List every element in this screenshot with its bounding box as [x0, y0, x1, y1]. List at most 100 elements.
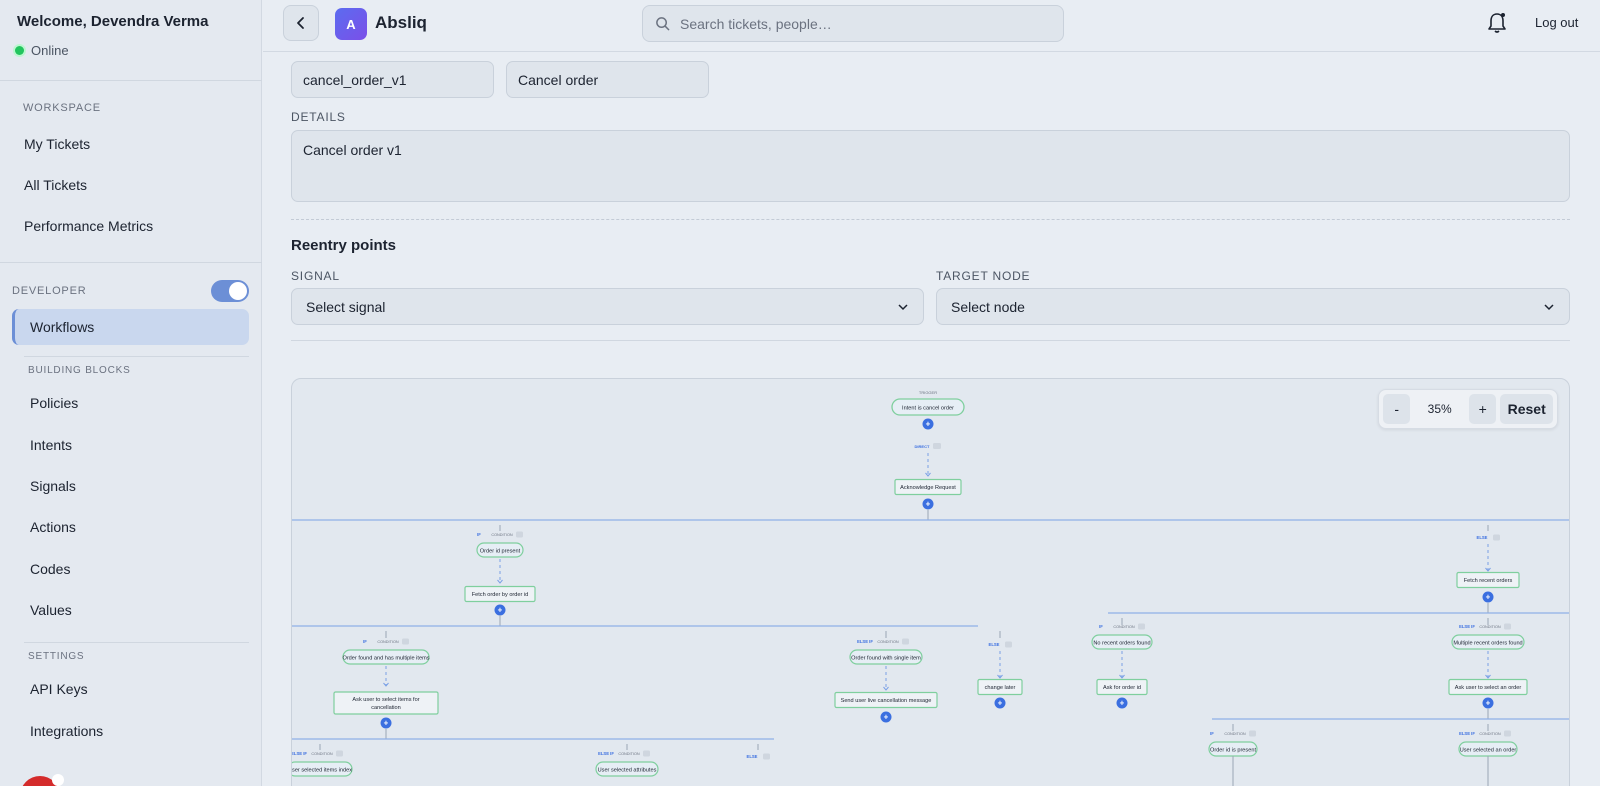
workflow-name-field[interactable]: Cancel order	[506, 61, 709, 98]
condition-node-label: Order id is present	[1210, 747, 1256, 753]
brand-logo: A	[335, 8, 367, 40]
condition-tag-chip	[1138, 623, 1145, 630]
workflow-canvas[interactable]: TRIGGER Intent is cancel order + DIRECT Ackn…	[291, 378, 1570, 786]
section-divider	[291, 219, 1570, 220]
branch-type-label: ELSE IF	[292, 751, 307, 756]
santa-hat-avatar-icon[interactable]	[20, 774, 64, 786]
details-label: DETAILS	[291, 110, 346, 124]
action-node-label: change later	[985, 685, 1016, 691]
sidebar-item-policies[interactable]: Policies	[12, 385, 249, 421]
chevron-down-icon	[1544, 303, 1554, 310]
sidebar-item-values[interactable]: Values	[12, 592, 249, 628]
search-box[interactable]	[642, 5, 1064, 42]
sidebar-item-workflows[interactable]: Workflows	[12, 309, 249, 345]
workflow-graph[interactable]: TRIGGER Intent is cancel order + DIRECT Ackn…	[292, 379, 1570, 786]
sidebar-item-my-tickets[interactable]: My Tickets	[12, 126, 249, 162]
action-node-label: Acknowledge Request	[900, 485, 956, 491]
condition-tag: CONDITION	[1113, 625, 1135, 629]
workspace-label: WORKSPACE	[23, 102, 101, 114]
condition-tag-chip	[1493, 534, 1500, 541]
welcome-text: Welcome, Devendra Verma	[17, 13, 209, 30]
condition-tag: CONDITION	[618, 752, 640, 756]
condition-tag-chip	[1005, 641, 1012, 648]
target-node-select-value: Select node	[951, 298, 1025, 315]
back-button[interactable]	[283, 5, 319, 41]
condition-tag: CONDITION	[377, 640, 399, 644]
add-node-plus: +	[884, 713, 889, 722]
divider	[0, 262, 262, 263]
chevron-left-icon	[297, 17, 304, 29]
action-node-label: Fetch recent orders	[1464, 578, 1513, 584]
add-node-plus: +	[926, 420, 931, 429]
divider	[24, 356, 249, 357]
trigger-tag: TRIGGER	[919, 390, 937, 395]
condition-node-label: Order found with single item	[851, 655, 921, 661]
top-bar: A Absliq Log out	[263, 0, 1600, 52]
sidebar-item-performance-metrics[interactable]: Performance Metrics	[12, 208, 249, 244]
sidebar-item-signals[interactable]: Signals	[12, 468, 249, 504]
arrow-head	[883, 686, 889, 691]
developer-toggle[interactable]	[211, 280, 249, 302]
target-node-select[interactable]: Select node	[936, 288, 1570, 325]
condition-tag: CONDITION	[311, 752, 333, 756]
action-node-label: Ask user to select an order	[1455, 685, 1522, 691]
condition-node-label: User selected an order	[1460, 747, 1517, 753]
condition-tag: CONDITION	[1479, 732, 1501, 736]
zoom-controls: - 35% + Reset	[1378, 389, 1558, 429]
divider	[0, 80, 262, 81]
search-input[interactable]	[680, 15, 1040, 32]
sidebar: Welcome, Devendra Verma Online WORKSPACE…	[0, 0, 262, 786]
zoom-level: 35%	[1427, 402, 1452, 416]
condition-tag-chip	[902, 638, 909, 645]
sidebar-item-integrations[interactable]: Integrations	[12, 713, 249, 749]
add-node-plus: +	[1486, 593, 1491, 602]
workflow-id-field[interactable]: cancel_order_v1	[291, 61, 494, 98]
branch-type-label: IF	[363, 639, 367, 644]
branch-type-label: ELSE IF	[598, 751, 614, 756]
sidebar-item-codes[interactable]: Codes	[12, 551, 249, 587]
condition-node-label: Multiple recent orders found	[1453, 640, 1522, 646]
chevron-down-icon	[898, 303, 908, 310]
details-textarea[interactable]: Cancel order v1	[291, 130, 1570, 202]
condition-node-label: User selected attributes	[598, 767, 657, 773]
zoom-reset-button[interactable]: Reset	[1500, 394, 1554, 424]
sidebar-item-intents[interactable]: Intents	[12, 427, 249, 463]
add-node-plus: +	[1120, 699, 1125, 708]
sidebar-item-api-keys[interactable]: API Keys	[12, 671, 249, 707]
add-node-plus: +	[926, 500, 931, 509]
section-divider	[291, 340, 1570, 341]
branch-type-label: ELSE	[989, 642, 1000, 647]
condition-tag-chip	[402, 638, 409, 645]
condition-tag-chip	[516, 531, 523, 538]
bell-icon[interactable]	[1486, 11, 1508, 35]
status-text: Online	[31, 43, 69, 58]
trigger-node-label: Intent is cancel order	[902, 406, 954, 412]
branch-type-label: IF	[477, 532, 481, 537]
sidebar-item-all-tickets[interactable]: All Tickets	[12, 167, 249, 203]
signal-select-value: Select signal	[306, 298, 386, 315]
branch-type-label: IF	[1210, 731, 1214, 736]
signal-select[interactable]: Select signal	[291, 288, 924, 325]
action-node-label: Send user live cancellation message	[841, 698, 932, 704]
signal-label: SIGNAL	[291, 269, 340, 283]
target-node-label: TARGET NODE	[936, 269, 1031, 283]
condition-tag-chip	[1504, 623, 1511, 630]
condition-node-label: Order found and has multiple items	[342, 655, 429, 661]
online-dot-icon	[15, 46, 24, 55]
condition-tag-chip	[336, 750, 343, 757]
action-node-label: Fetch order by order id	[472, 592, 529, 598]
action-node-label: cancellation	[371, 705, 401, 711]
branch-type-label: IF	[1099, 624, 1103, 629]
settings-label: SETTINGS	[28, 651, 85, 662]
zoom-out-button[interactable]: -	[1383, 394, 1411, 424]
logout-button[interactable]: Log out	[1535, 15, 1578, 30]
zoom-in-button[interactable]: +	[1469, 394, 1497, 424]
sidebar-item-actions[interactable]: Actions	[12, 509, 249, 545]
action-node-label: Ask for order id	[1103, 685, 1141, 691]
toggle-knob	[229, 282, 247, 300]
condition-tag-chip	[763, 753, 770, 760]
condition-tag: CONDITION	[1224, 732, 1246, 736]
pom-pom	[52, 774, 64, 786]
add-node-plus: +	[1486, 699, 1491, 708]
condition-tag: CONDITION	[877, 640, 899, 644]
